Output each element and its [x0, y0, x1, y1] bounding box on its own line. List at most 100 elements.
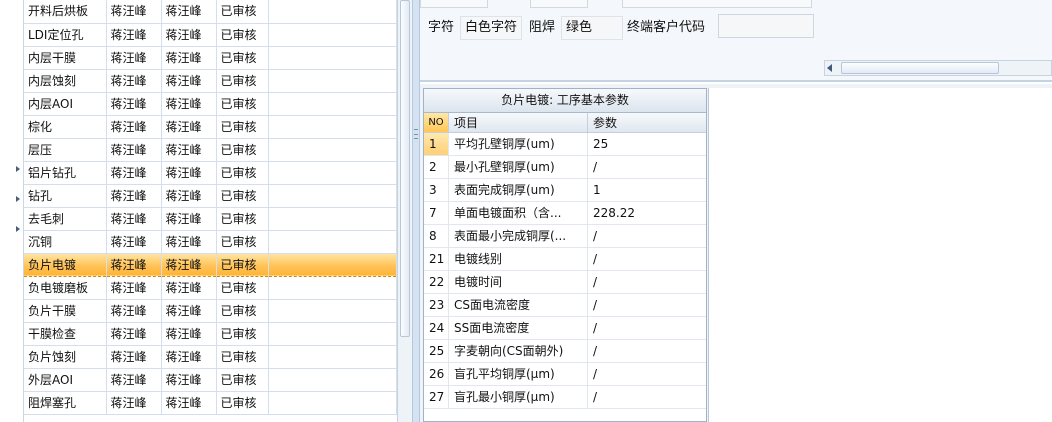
param-item-cell: 字麦朝向(CS面朝外) — [449, 340, 588, 362]
empty-cell — [268, 299, 397, 323]
maker-cell: 蒋汪峰 — [106, 276, 162, 300]
table-row[interactable]: 层压 蒋汪峰 蒋汪峰 已审核 — [24, 138, 397, 162]
column-header-param[interactable]: 参数 — [588, 113, 706, 132]
param-item-cell: 电镀时间 — [449, 271, 588, 293]
param-no-cell: 25 — [424, 340, 449, 362]
process-list-scrollbar[interactable] — [397, 0, 412, 422]
param-value-cell[interactable]: / — [588, 225, 706, 247]
expand-arrow-icon[interactable] — [16, 226, 20, 232]
process-name-cell: 铝片钻孔 — [24, 161, 107, 185]
param-item-cell: SS面电流密度 — [449, 317, 588, 339]
status-cell: 已审核 — [216, 299, 269, 323]
param-value-cell[interactable]: 1 — [588, 179, 706, 201]
table-row[interactable]: 负片电镀 蒋汪峰 蒋汪峰 已审核 — [24, 253, 397, 277]
table-row[interactable]: 7 单面电镀面积（含... 228.22 — [424, 202, 706, 225]
table-row[interactable]: 负电镀磨板 蒋汪峰 蒋汪峰 已审核 — [24, 276, 397, 300]
param-item-cell: 表面最小完成铜厚(... — [449, 225, 588, 247]
param-value-cell[interactable]: / — [588, 317, 706, 339]
table-row[interactable]: 棕化 蒋汪峰 蒋汪峰 已审核 — [24, 115, 397, 139]
param-item-cell: 表面完成铜厚(um) — [449, 179, 588, 201]
table-row[interactable]: 干膜检查 蒋汪峰 蒋汪峰 已审核 — [24, 322, 397, 346]
info-field — [420, 0, 488, 8]
column-header-item[interactable]: 项目 — [449, 113, 588, 132]
status-cell: 已审核 — [216, 161, 269, 185]
scrollbar-thumb[interactable] — [841, 62, 999, 74]
panel-splitter[interactable] — [412, 0, 420, 422]
table-row[interactable]: 24 SS面电流密度 / — [424, 317, 706, 340]
table-row[interactable]: 阻焊塞孔 蒋汪峰 蒋汪峰 已审核 — [24, 391, 397, 415]
table-row[interactable]: 1 平均孔壁铜厚(um) 25 — [424, 133, 706, 156]
param-no-cell: 2 — [424, 156, 449, 178]
param-value-cell[interactable]: 228.22 — [588, 202, 706, 224]
maker-cell: 蒋汪峰 — [106, 322, 162, 346]
table-row[interactable]: 21 电镀线别 / — [424, 248, 706, 271]
status-cell: 已审核 — [216, 69, 269, 93]
param-no-cell: 24 — [424, 317, 449, 339]
info-horizontal-scrollbar[interactable] — [824, 60, 1052, 76]
table-row[interactable]: 铝片钻孔 蒋汪峰 蒋汪峰 已审核 — [24, 161, 397, 185]
status-cell: 已审核 — [216, 184, 269, 208]
table-row[interactable]: 2 最小孔壁铜厚(um) / — [424, 156, 706, 179]
param-item-cell: 平均孔壁铜厚(um) — [449, 133, 588, 155]
param-no-cell: 8 — [424, 225, 449, 247]
table-row[interactable]: 26 盲孔平均铜厚(μm) / — [424, 363, 706, 386]
table-row[interactable]: 25 字麦朝向(CS面朝外) / — [424, 340, 706, 363]
expand-arrow-icon[interactable] — [16, 166, 20, 172]
solder-mask-label: 阻焊 — [529, 20, 556, 35]
param-value-cell[interactable]: 25 — [588, 133, 706, 155]
maker-cell: 蒋汪峰 — [106, 368, 162, 392]
params-title: 负片电镀: 工序基本参数 — [424, 89, 706, 113]
scroll-left-icon[interactable] — [827, 64, 832, 72]
checker-cell: 蒋汪峰 — [161, 299, 217, 323]
status-cell: 已审核 — [216, 115, 269, 139]
table-row[interactable]: 沉铜 蒋汪峰 蒋汪峰 已审核 — [24, 230, 397, 254]
empty-cell — [268, 115, 397, 139]
process-name-cell: 沉铜 — [24, 230, 107, 254]
process-table: 开料后烘板 蒋汪峰 蒋汪峰 已审核 LDI定位孔 蒋汪峰 蒋汪峰 已审核 内层干膜 蒋汪峰 蒋汪峰已… — [24, 0, 397, 415]
param-value-cell[interactable]: / — [588, 386, 706, 408]
checker-cell: 蒋汪峰 — [161, 0, 217, 24]
process-name-cell: 阻焊塞孔 — [24, 391, 107, 415]
table-row[interactable]: 8 表面最小完成铜厚(... / — [424, 225, 706, 248]
process-name-cell: 负片干膜 — [24, 299, 107, 323]
scrollbar-thumb[interactable] — [400, 0, 410, 337]
table-row[interactable]: 外层AOI 蒋汪峰 蒋汪峰 已审核 — [24, 368, 397, 392]
table-row[interactable]: 27 盲孔最小铜厚(μm) / — [424, 386, 706, 409]
param-value-cell[interactable]: / — [588, 248, 706, 270]
param-no-cell: 26 — [424, 363, 449, 385]
param-value-cell[interactable]: / — [588, 271, 706, 293]
param-value-cell[interactable]: / — [588, 156, 706, 178]
table-row[interactable]: 内层蚀刻 蒋汪峰 蒋汪峰 已审核 — [24, 69, 397, 93]
param-value-cell[interactable]: / — [588, 363, 706, 385]
table-row[interactable]: 负片干膜 蒋汪峰 蒋汪峰 已审核 — [24, 299, 397, 323]
column-header-no[interactable]: NO — [424, 113, 449, 132]
param-value-cell[interactable]: / — [588, 294, 706, 316]
empty-cell — [268, 391, 397, 415]
table-row[interactable]: 23 CS面电流密度 / — [424, 294, 706, 317]
param-value-cell[interactable]: / — [588, 340, 706, 362]
checker-cell: 蒋汪峰 — [161, 230, 217, 254]
table-row[interactable]: 去毛刺 蒋汪峰 蒋汪峰 已审核 — [24, 207, 397, 231]
param-item-cell: 盲孔平均铜厚(μm) — [449, 363, 588, 385]
status-cell: 已审核 — [216, 0, 269, 24]
empty-cell — [268, 23, 397, 47]
process-name-cell: 负电镀磨板 — [24, 276, 107, 300]
checker-cell: 蒋汪峰 — [161, 207, 217, 231]
maker-cell: 蒋汪峰 — [106, 230, 162, 254]
table-row[interactable]: 内层干膜 蒋汪峰 蒋汪峰 已审核 — [24, 46, 397, 70]
customer-code-label: 终端客户代码 — [627, 20, 706, 35]
order-info-panel: 字符 白色字符 阻焊 绿色 终端客户代码 — [420, 0, 1052, 82]
param-no-cell: 23 — [424, 294, 449, 316]
table-row[interactable]: 钻孔 蒋汪峰 蒋汪峰 已审核 — [24, 184, 397, 208]
table-row[interactable]: 负片蚀刻 蒋汪峰 蒋汪峰 已审核 — [24, 345, 397, 369]
table-row[interactable]: LDI定位孔 蒋汪峰 蒋汪峰 已审核 — [24, 23, 397, 47]
checker-cell: 蒋汪峰 — [161, 253, 217, 277]
empty-cell — [268, 253, 397, 277]
status-cell: 已审核 — [216, 46, 269, 70]
maker-cell: 蒋汪峰 — [106, 92, 162, 116]
expand-arrow-icon[interactable] — [16, 196, 20, 202]
table-row[interactable]: 内层AOI 蒋汪峰 蒋汪峰 已审核 — [24, 92, 397, 116]
table-row[interactable]: 22 电镀时间 / — [424, 271, 706, 294]
table-row[interactable]: 开料后烘板 蒋汪峰 蒋汪峰 已审核 — [24, 0, 397, 24]
table-row[interactable]: 3 表面完成铜厚(um) 1 — [424, 179, 706, 202]
